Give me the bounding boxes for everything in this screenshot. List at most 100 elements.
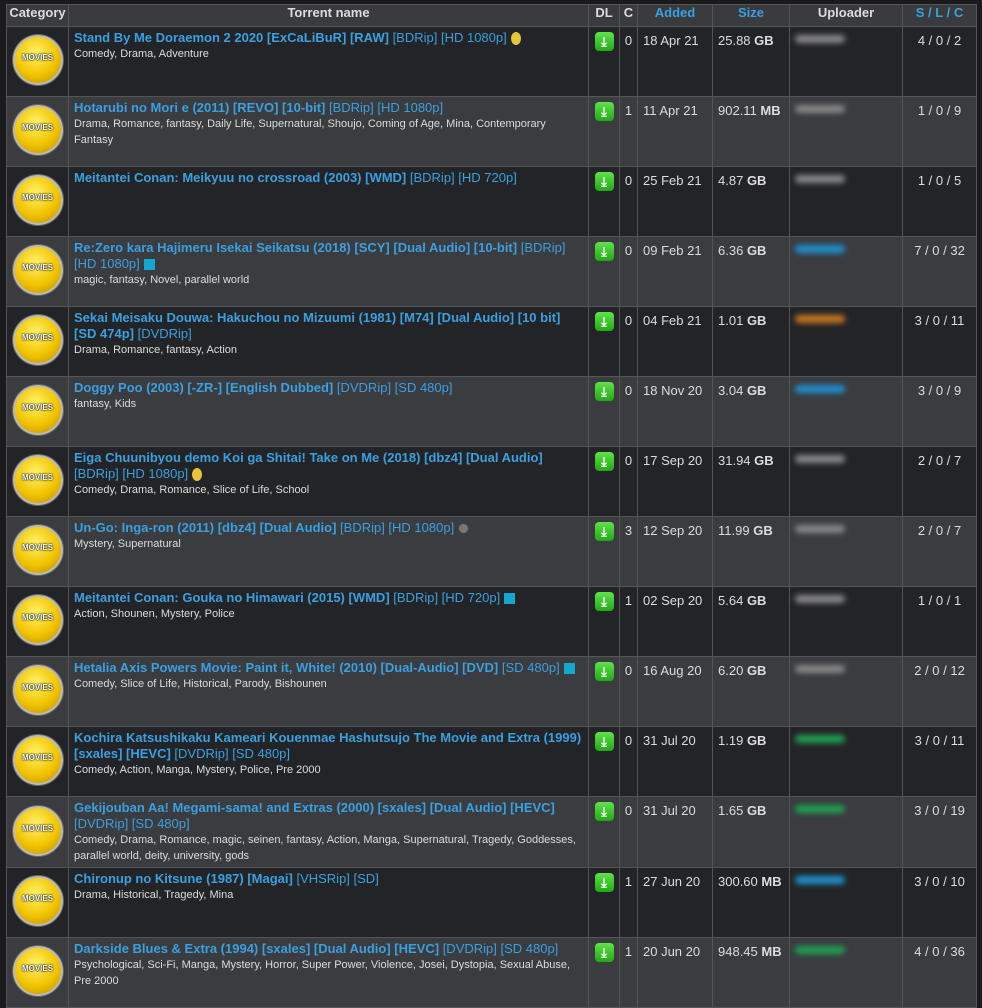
comments-count: 0 (619, 166, 638, 237)
movies-category-icon[interactable]: MOVIES (12, 175, 63, 225)
torrent-format: [SD 480p] (498, 660, 560, 675)
torrent-link[interactable]: Sekai Meisaku Douwa: Hakuchou no Mizuumi… (74, 310, 560, 341)
added-date: 11 Apr 21 (637, 96, 713, 167)
torrent-link[interactable]: Kochira Katsushikaku Kameari Kouenmae Ha… (74, 730, 581, 761)
uploader-blurred-name[interactable] (795, 665, 845, 673)
table-row: MOVIES Doggy Poo (2003) [-ZR-] [English … (6, 376, 977, 447)
movies-category-icon[interactable]: MOVIES (12, 315, 63, 365)
download-icon[interactable]: ⤓ (594, 312, 614, 331)
torrent-tags: Action, Shounen, Mystery, Police (74, 608, 235, 620)
size-unit: GB (746, 733, 767, 748)
torrent-link[interactable]: Stand By Me Doraemon 2 2020 [ExCaLiBuR] … (74, 30, 507, 45)
download-icon[interactable]: ⤓ (594, 172, 614, 191)
torrent-link[interactable]: Doggy Poo (2003) [-ZR-] [English Dubbed]… (74, 380, 452, 395)
size-cell: 300.60 MB (712, 867, 790, 938)
torrent-link[interactable]: Darkside Blues & Extra (1994) [sxales] [… (74, 941, 558, 956)
header-size-sort[interactable]: Size (712, 4, 790, 27)
movies-category-icon[interactable]: MOVIES (12, 946, 63, 996)
uploader-blurred-name[interactable] (795, 245, 845, 253)
uploader-blurred-name[interactable] (795, 455, 845, 463)
torrent-link[interactable]: Un-Go: Inga-ron (2011) [dbz4] [Dual Audi… (74, 520, 454, 535)
header-comments: C (619, 4, 638, 27)
download-icon[interactable]: ⤓ (594, 592, 614, 611)
uploader-blurred-name[interactable] (795, 876, 845, 884)
name-cell: Re:Zero kara Hajimeru Isekai Seikatsu (2… (68, 236, 589, 307)
category-label: MOVIES (21, 53, 54, 62)
download-icon[interactable]: ⤓ (594, 802, 614, 821)
freeleech-coin-icon (510, 32, 521, 46)
download-icon[interactable]: ⤓ (594, 522, 614, 541)
movies-category-icon[interactable]: MOVIES (12, 805, 63, 856)
movies-category-icon[interactable]: MOVIES (12, 455, 63, 505)
download-icon[interactable]: ⤓ (594, 662, 614, 681)
uploader-blurred-name[interactable] (795, 315, 845, 323)
size-cell: 5.64 GB (712, 586, 790, 657)
download-icon[interactable]: ⤓ (594, 873, 614, 892)
size-cell: 948.45 MB (712, 937, 790, 1008)
comments-count: 1 (619, 937, 638, 1008)
torrent-title: Doggy Poo (2003) [-ZR-] [English Dubbed] (74, 380, 334, 395)
size-cell: 902.11 MB (712, 96, 790, 167)
table-row: MOVIES Gekijouban Aa! Megami-sama! and E… (6, 796, 977, 868)
uploader-blurred-name[interactable] (795, 175, 845, 183)
category-label: MOVIES (21, 123, 54, 132)
dl-cell: ⤓ (588, 656, 620, 727)
name-cell: Gekijouban Aa! Megami-sama! and Extras (… (68, 796, 589, 868)
name-cell: Hotarubi no Mori e (2011) [REVO] [10-bit… (68, 96, 589, 167)
comments-count: 1 (619, 586, 638, 657)
comments-count: 3 (619, 516, 638, 587)
movies-category-icon[interactable]: MOVIES (12, 35, 63, 85)
category-cell: MOVIES (6, 796, 69, 868)
added-date: 04 Feb 21 (637, 306, 713, 377)
torrent-title: Meitantei Conan: Gouka no Himawari (2015… (74, 590, 390, 605)
torrent-format: [BDRip] [HD 1080p] (74, 466, 189, 481)
size-value: 300.60 (718, 874, 758, 889)
name-cell: Darkside Blues & Extra (1994) [sxales] [… (68, 937, 589, 1008)
sort-completed[interactable]: C (954, 5, 963, 20)
movies-category-icon[interactable]: MOVIES (12, 735, 63, 785)
category-label: MOVIES (21, 473, 54, 482)
uploader-blurred-name[interactable] (795, 805, 845, 813)
movies-category-icon[interactable]: MOVIES (12, 385, 63, 435)
torrent-link[interactable]: Meitantei Conan: Gouka no Himawari (2015… (74, 590, 500, 605)
movies-category-icon[interactable]: MOVIES (12, 595, 63, 645)
uploader-blurred-name[interactable] (795, 525, 845, 533)
header-added-sort[interactable]: Added (637, 4, 713, 27)
download-icon[interactable]: ⤓ (594, 242, 614, 261)
torrent-link[interactable]: Gekijouban Aa! Megami-sama! and Extras (… (74, 800, 555, 831)
torrent-link[interactable]: Hetalia Axis Powers Movie: Paint it, Whi… (74, 660, 560, 675)
uploader-blurred-name[interactable] (795, 35, 845, 43)
comments-count: 0 (619, 236, 638, 307)
torrent-link[interactable]: Eiga Chuunibyou demo Koi ga Shitai! Take… (74, 450, 543, 481)
torrent-format: [DVDRip] [SD 480p] (439, 941, 559, 956)
uploader-blurred-name[interactable] (795, 946, 845, 954)
download-icon[interactable]: ⤓ (594, 732, 614, 751)
torrent-title: Eiga Chuunibyou demo Koi ga Shitai! Take… (74, 450, 543, 465)
torrent-link[interactable]: Chironup no Kitsune (1987) [Magai] [VHSR… (74, 871, 379, 886)
torrent-link[interactable]: Hotarubi no Mori e (2011) [REVO] [10-bit… (74, 100, 443, 115)
movies-category-icon[interactable]: MOVIES (12, 665, 63, 715)
torrent-format: [DVDRip] [SD 480p] (333, 380, 453, 395)
comments-count: 0 (619, 376, 638, 447)
size-unit: GB (746, 803, 767, 818)
download-icon[interactable]: ⤓ (594, 382, 614, 401)
movies-category-icon[interactable]: MOVIES (12, 876, 63, 926)
bookmark-icon (504, 593, 516, 605)
movies-category-icon[interactable]: MOVIES (12, 105, 63, 155)
category-cell: MOVIES (6, 937, 69, 1008)
uploader-blurred-name[interactable] (795, 735, 845, 743)
seeders-leechers-completed: 3 / 0 / 19 (902, 796, 977, 868)
movies-category-icon[interactable]: MOVIES (12, 525, 63, 575)
torrent-link[interactable]: Meitantei Conan: Meikyuu no crossroad (2… (74, 170, 517, 185)
sort-leechers[interactable]: L (935, 5, 943, 20)
download-icon[interactable]: ⤓ (594, 943, 614, 962)
size-cell: 1.01 GB (712, 306, 790, 377)
download-icon[interactable]: ⤓ (594, 102, 614, 121)
uploader-blurred-name[interactable] (795, 385, 845, 393)
uploader-blurred-name[interactable] (795, 595, 845, 603)
uploader-blurred-name[interactable] (795, 105, 845, 113)
download-icon[interactable]: ⤓ (594, 452, 614, 471)
category-cell: MOVIES (6, 516, 69, 587)
download-icon[interactable]: ⤓ (594, 32, 614, 51)
movies-category-icon[interactable]: MOVIES (12, 245, 63, 295)
